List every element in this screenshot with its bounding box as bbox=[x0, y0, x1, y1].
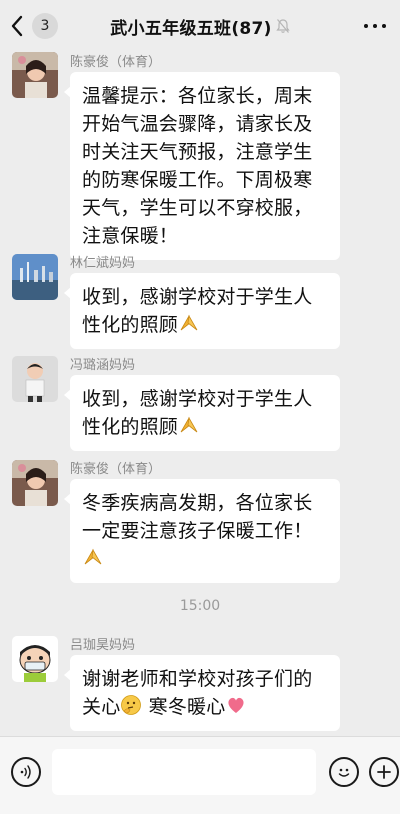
message-line: 性化的照顾 bbox=[82, 416, 179, 438]
chat-header: 3 武小五年级五班(87) bbox=[0, 0, 400, 52]
message-line: 开始气温会骤降，请家长及 bbox=[82, 113, 313, 135]
message-bubble[interactable]: 冬季疾病高发期，各位家长 一定要注意孩子保暖工作！ bbox=[64, 479, 340, 583]
avatar[interactable] bbox=[12, 356, 58, 402]
more-dots-icon[interactable] bbox=[364, 18, 386, 34]
message-bubble[interactable]: 温馨提示：各位家长，周末 开始气温会骤降，请家长及 时关注天气预报，注意学生 的… bbox=[64, 72, 340, 260]
chat-title: 武小五年级五班(87) bbox=[110, 18, 272, 39]
message-bubble[interactable]: 谢谢老师和学校对孩子们的 关心 寒冬暖心 bbox=[64, 655, 340, 731]
message-line: 冬季疾病高发期，各位家长 bbox=[82, 492, 313, 514]
sender-name: 陈豪俊（体育） bbox=[70, 462, 162, 477]
message-line: 时关注天气预报，注意学生 bbox=[82, 141, 313, 163]
message-line: 谢谢老师和学校对孩子们的 bbox=[82, 668, 313, 690]
unread-count-badge: 3 bbox=[32, 13, 58, 39]
message-input[interactable] bbox=[52, 749, 316, 795]
voice-button[interactable] bbox=[11, 757, 41, 787]
message-line: 天气，学生可以不穿校服， bbox=[82, 197, 313, 219]
chevron-left-icon bbox=[11, 15, 23, 37]
emoji-button[interactable] bbox=[329, 757, 359, 787]
message-line: 的防寒保暖工作。下周极寒 bbox=[82, 169, 313, 191]
folded-hands-icon bbox=[84, 548, 102, 565]
thinking-face-icon bbox=[121, 695, 142, 715]
plus-button[interactable] bbox=[369, 757, 399, 787]
avatar[interactable] bbox=[12, 52, 58, 98]
avatar[interactable] bbox=[12, 636, 58, 682]
folded-hands-icon bbox=[180, 314, 198, 331]
message-line: 收到，感谢学校对于学生人 bbox=[82, 388, 313, 410]
message-line: 关心 bbox=[82, 696, 121, 718]
message-line: 温馨提示：各位家长，周末 bbox=[82, 85, 313, 107]
message-line: 一定要注意孩子保暖工作！ bbox=[82, 520, 313, 542]
emoji-smile-icon bbox=[338, 768, 350, 777]
sender-name: 陈豪俊（体育） bbox=[70, 55, 162, 70]
avatar[interactable] bbox=[12, 460, 58, 506]
timestamp: 15:00 bbox=[179, 598, 221, 614]
voice-icon bbox=[20, 765, 31, 779]
message-bubble[interactable]: 收到，感谢学校对于学生人 性化的照顾 bbox=[64, 375, 340, 451]
heart-icon bbox=[228, 697, 245, 713]
message-line: 收到，感谢学校对于学生人 bbox=[82, 286, 313, 308]
back-button[interactable]: 3 bbox=[10, 11, 58, 41]
avatar[interactable] bbox=[12, 254, 58, 300]
message-line: 性化的照顾 bbox=[82, 314, 179, 336]
bell-muted-icon bbox=[276, 19, 290, 33]
message-line: 寒冬暖心 bbox=[148, 696, 226, 718]
message-bubble[interactable]: 收到，感谢学校对于学生人 性化的照顾 bbox=[64, 273, 340, 349]
sender-name: 冯璐涵妈妈 bbox=[70, 358, 136, 373]
sender-name: 吕珈昊妈妈 bbox=[70, 638, 136, 653]
input-bar bbox=[0, 736, 400, 814]
sender-name: 林仁斌妈妈 bbox=[70, 256, 136, 271]
plus-icon bbox=[377, 765, 391, 779]
folded-hands-icon bbox=[180, 416, 198, 433]
message-line: 注意保暖！ bbox=[82, 225, 179, 247]
